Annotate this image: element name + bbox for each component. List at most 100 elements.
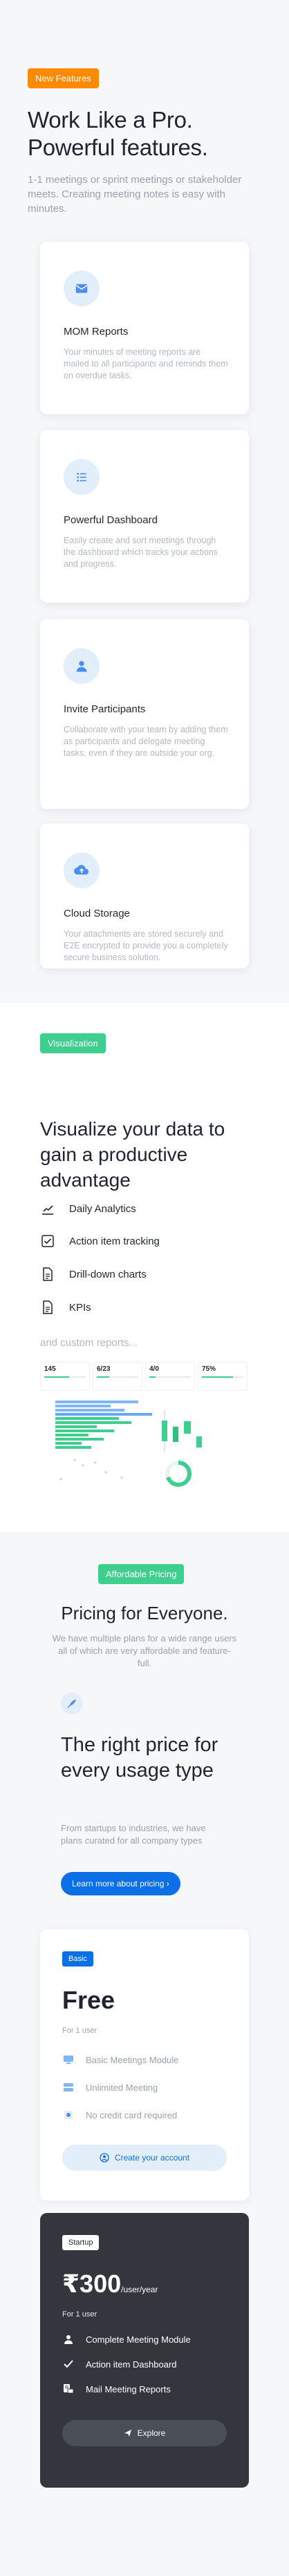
pricing-section: Affordable Pricing Pricing for Everyone.… (0, 1532, 289, 2576)
donut-chart-graphic (165, 1461, 192, 1487)
feature-title: MOM Reports (64, 326, 129, 338)
stat-progress (97, 1376, 138, 1378)
stat-progress (149, 1376, 191, 1378)
stat-card: 6/23 (93, 1362, 142, 1391)
feature-desc: Collaborate with your team by adding the… (64, 725, 228, 758)
stat-progress (44, 1376, 86, 1378)
stat-card: 145 (40, 1362, 90, 1391)
explore-label: Explore (137, 2428, 166, 2438)
viz-item-label: Action item tracking (69, 1235, 160, 1247)
viz-item-drill-down: Drill-down charts (40, 1267, 147, 1282)
stat-label-line (44, 1380, 86, 1385)
learn-more-pricing-button[interactable]: Learn more about pricing › (61, 1872, 180, 1895)
feature-card-participants: Invite Participants Collaborate with you… (40, 619, 249, 809)
list-icon (64, 459, 100, 495)
plan-feature-label: Action item Dashboard (86, 2359, 177, 2370)
feature-desc: Easily create and sort meetings through … (64, 536, 218, 569)
plan-feature: Basic Meetings Module (62, 2053, 178, 2066)
stat-card: 75% (198, 1362, 248, 1391)
feature-desc: Your minutes of meeting reports are mail… (64, 347, 228, 380)
viz-item-label: KPIs (69, 1301, 91, 1314)
plan-card-basic: Basic Free For 1 user Basic Meetings Mod… (40, 1929, 249, 2201)
feature-desc: Your attachments are stored securely and… (64, 929, 228, 962)
check-icon (62, 2358, 75, 2370)
plan-price-amount: ₹300 (62, 2270, 122, 2298)
viz-item-label: Drill-down charts (69, 1268, 147, 1280)
user-icon (64, 648, 100, 684)
stat-label-line (149, 1380, 191, 1385)
user-icon (62, 2333, 75, 2345)
mail-report-icon (62, 2383, 75, 2395)
feature-card-cloud-storage: Cloud Storage Your attachments are store… (40, 823, 249, 968)
scatter-dots-graphic (59, 1458, 123, 1481)
viz-item-label: Daily Analytics (69, 1202, 136, 1215)
dashboard-charts-graphic (55, 1401, 202, 1487)
pricing-badge: Affordable Pricing (98, 1564, 185, 1584)
plan-feature: Unlimited Meeting (62, 2081, 158, 2094)
create-account-button[interactable]: Create your account (62, 2145, 227, 2171)
visualization-section: Visualization Visualize your data to gai… (0, 1003, 289, 1532)
screen-icon (62, 2053, 75, 2066)
plan-feature-label: Unlimited Meeting (86, 2082, 158, 2093)
plan-badge: Startup (62, 2235, 100, 2250)
features-subheading: 1-1 meetings or sprint meetings or stake… (28, 174, 242, 215)
viz-item-daily-analytics: Daily Analytics (40, 1201, 136, 1216)
candlestick-chart-graphic (162, 1410, 202, 1452)
feature-title: Powerful Dashboard (64, 514, 158, 526)
card-icon (62, 2109, 75, 2121)
stat-value: 75% (202, 1365, 216, 1373)
stat-label-line (97, 1380, 138, 1385)
plan-feature: No credit card required (62, 2109, 177, 2121)
document-icon (40, 1267, 55, 1282)
feature-title: Cloud Storage (64, 908, 130, 919)
stat-value: 6/23 (97, 1365, 111, 1373)
chart-icon (40, 1201, 55, 1216)
viz-item-kpis: KPIs (40, 1300, 91, 1315)
visualization-badge: Visualization (40, 1033, 106, 1053)
feature-card-mom-reports: MOM Reports Your minutes of meeting repo… (40, 242, 249, 414)
horizontal-bar-chart-graphic (55, 1401, 152, 1449)
plan-card-startup: Startup ₹300/user/year For 1 user Comple… (40, 2213, 249, 2488)
right-price-subheading: From startups to industries, we have pla… (61, 1823, 206, 1846)
feature-card-dashboard: Powerful Dashboard Easily create and sor… (40, 430, 249, 603)
server-icon (62, 2081, 75, 2094)
plan-feature: Action item Dashboard (62, 2358, 177, 2370)
features-section: New Features Work Like a Pro. Powerful f… (0, 0, 289, 1003)
plan-feature: Mail Meeting Reports (62, 2383, 171, 2395)
plan-note: For 1 user (62, 2310, 97, 2319)
stat-card: 4/0 (145, 1362, 195, 1391)
plan-feature: Complete Meeting Module (62, 2333, 191, 2345)
visualization-heading: Visualize your data to gain a productive… (40, 1118, 225, 1191)
plan-feature-label: No credit card required (86, 2109, 178, 2120)
plan-price: ₹300/user/year (62, 2270, 158, 2299)
pricing-subheading: We have multiple plans for a wide range … (52, 1633, 237, 1668)
dashboard-preview: 145 6/23 4/0 75% (40, 1362, 248, 1493)
document-icon (40, 1300, 55, 1315)
plan-price: Free (62, 1986, 115, 2014)
plan-feature-label: Mail Meeting Reports (86, 2383, 171, 2394)
explore-button[interactable]: Explore (62, 2420, 227, 2446)
plan-price-period: /user/year (121, 2285, 158, 2294)
plan-feature-label: Complete Meeting Module (86, 2334, 191, 2345)
plan-feature-label: Basic Meetings Module (86, 2054, 179, 2065)
new-features-badge: New Features (28, 68, 99, 88)
send-icon (124, 2429, 132, 2437)
stat-label-line (202, 1380, 243, 1385)
plan-note: For 1 user (62, 2027, 97, 2035)
plan-badge: Basic (62, 1951, 93, 1967)
user-circle-icon (100, 2153, 109, 2163)
features-heading: Work Like a Pro. Powerful features. (28, 107, 208, 160)
pricing-heading: Pricing for Everyone. (61, 1603, 228, 1623)
feature-title: Invite Participants (64, 703, 146, 715)
checkbox-icon (40, 1233, 55, 1249)
stat-value: 4/0 (149, 1365, 159, 1373)
stat-value: 145 (44, 1365, 56, 1373)
create-account-label: Create your account (114, 2153, 190, 2163)
mail-icon (64, 271, 100, 306)
right-price-heading: The right price for every usage type (61, 1734, 218, 1782)
cloud-upload-icon (64, 852, 100, 888)
stat-progress (202, 1376, 243, 1378)
viz-item-action-tracking: Action item tracking (40, 1233, 160, 1249)
rocket-icon (61, 1692, 83, 1715)
custom-reports-text: and custom reports... (40, 1337, 138, 1349)
